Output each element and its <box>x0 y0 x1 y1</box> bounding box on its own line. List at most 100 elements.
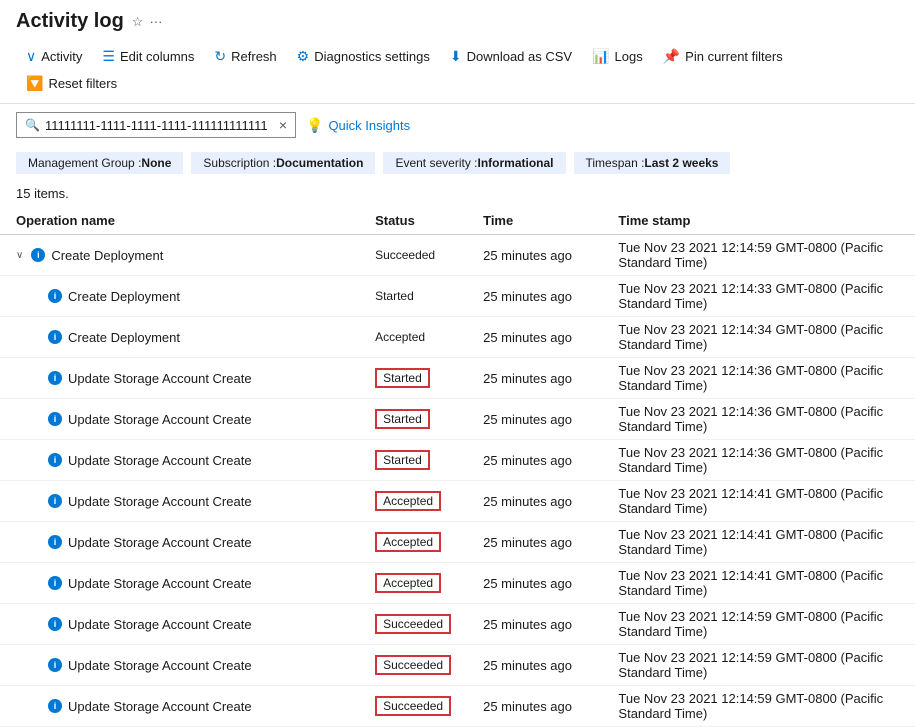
status-badge: Accepted <box>375 532 451 552</box>
search-input-wrap[interactable]: 🔍 × <box>16 112 296 138</box>
filter-mg-label: Management Group : <box>28 156 141 170</box>
info-icon: i <box>48 371 62 385</box>
status-badge: Started <box>375 368 451 388</box>
table-row[interactable]: iUpdate Storage Account CreateSucceeded2… <box>0 604 915 645</box>
toolbar: ∨ Activity ☰ Edit columns ↻ Refresh ⚙ Di… <box>0 39 915 104</box>
timestamp: Tue Nov 23 2021 12:14:59 GMT-0800 (Pacif… <box>602 645 915 686</box>
pin-filters-label: Pin current filters <box>685 49 783 64</box>
favorite-icon[interactable]: ☆ <box>132 14 144 30</box>
logs-button[interactable]: 📊 Logs <box>582 43 653 70</box>
col-header-time: Time <box>467 207 602 235</box>
table-row[interactable]: iUpdate Storage Account CreateAccepted25… <box>0 563 915 604</box>
operation-name: Update Storage Account Create <box>68 699 252 714</box>
col-header-operation: Operation name <box>0 207 359 235</box>
filters-bar: Management Group : None Subscription : D… <box>0 146 915 182</box>
quick-insights-label: Quick Insights <box>328 118 410 133</box>
timestamp: Tue Nov 23 2021 12:14:59 GMT-0800 (Pacif… <box>602 235 915 276</box>
gear-icon: ⚙ <box>297 48 310 65</box>
time-relative: 25 minutes ago <box>467 522 602 563</box>
table-row[interactable]: i Update Storage Account Create Accepted 25… <box>0 522 915 563</box>
logs-icon: 📊 <box>592 48 609 65</box>
info-icon: i <box>31 248 45 262</box>
filter-timespan[interactable]: Timespan : Last 2 weeks <box>574 152 731 174</box>
col-header-timestamp: Time stamp <box>602 207 915 235</box>
pin-icon: 📌 <box>663 48 680 65</box>
timestamp: Tue Nov 23 2021 12:14:34 GMT-0800 (Pacif… <box>602 317 915 358</box>
timestamp: Tue Nov 23 2021 12:14:36 GMT-0800 (Pacif… <box>602 399 915 440</box>
edit-columns-button[interactable]: ☰ Edit columns <box>92 43 204 70</box>
info-icon: i <box>48 453 62 467</box>
expand-icon[interactable]: ∨ <box>16 250 23 261</box>
operation-name: Update Storage Account Create <box>68 371 252 386</box>
activity-table: Operation name Status Time Time stamp ∨ i… <box>0 207 915 727</box>
timestamp: Tue Nov 23 2021 12:14:36 GMT-0800 (Pacif… <box>602 440 915 481</box>
table-row[interactable]: iUpdate Storage Account CreateSucceeded2… <box>0 686 915 727</box>
title-bar: Activity log ☆ ··· <box>0 0 915 39</box>
time-relative: 25 minutes ago <box>467 563 602 604</box>
timestamp: Tue Nov 23 2021 12:14:59 GMT-0800 (Pacif… <box>602 686 915 727</box>
info-icon: i <box>48 494 62 508</box>
status-badge: Succeeded <box>375 248 451 262</box>
table-row[interactable]: iUpdate Storage Account CreateStarted25 … <box>0 399 915 440</box>
time-relative: 25 minutes ago <box>467 604 602 645</box>
edit-columns-label: Edit columns <box>120 49 194 64</box>
table-row[interactable]: ∨ i Create Deployment Succeeded 25 minutes a… <box>0 235 915 276</box>
info-icon: i <box>48 330 62 344</box>
status-badge: Accepted <box>375 491 451 511</box>
table-body: ∨ i Create Deployment Succeeded 25 minutes a… <box>0 235 915 727</box>
operation-name: Update Storage Account Create <box>68 453 252 468</box>
search-icon: 🔍 <box>25 118 40 132</box>
pin-filters-button[interactable]: 📌 Pin current filters <box>653 43 793 70</box>
more-icon[interactable]: ··· <box>149 14 162 30</box>
refresh-button[interactable]: ↻ Refresh <box>204 43 286 70</box>
filter-management-group[interactable]: Management Group : None <box>16 152 183 174</box>
operation-name: Create Deployment <box>68 289 180 304</box>
title-icons[interactable]: ☆ ··· <box>132 14 163 30</box>
table-header: Operation name Status Time Time stamp <box>0 207 915 235</box>
operation-name: Update Storage Account Create <box>68 658 252 673</box>
refresh-label: Refresh <box>231 49 277 64</box>
search-input[interactable] <box>45 118 279 133</box>
reset-filters-button[interactable]: 🔽 Reset filters <box>16 70 127 97</box>
table-row[interactable]: iUpdate Storage Account CreateStarted25 … <box>0 440 915 481</box>
info-icon: i <box>48 576 62 590</box>
table-container: Operation name Status Time Time stamp ∨ i… <box>0 207 915 727</box>
operation-name: Create Deployment <box>68 330 180 345</box>
quick-insights-button[interactable]: 💡 Quick Insights <box>306 117 410 134</box>
filter-sev-value: Informational <box>477 156 553 170</box>
activity-label: Activity <box>41 49 82 64</box>
table-row[interactable]: iUpdate Storage Account CreateAccepted25… <box>0 481 915 522</box>
time-relative: 25 minutes ago <box>467 358 602 399</box>
info-icon: i <box>48 289 62 303</box>
diagnostics-label: Diagnostics settings <box>314 49 430 64</box>
timestamp: Tue Nov 23 2021 12:14:41 GMT-0800 (Pacif… <box>602 481 915 522</box>
filter-event-severity[interactable]: Event severity : Informational <box>383 152 565 174</box>
status-badge: Started <box>375 409 451 429</box>
items-count: 15 items. <box>0 182 915 207</box>
time-relative: 25 minutes ago <box>467 317 602 358</box>
timestamp: Tue Nov 23 2021 12:14:41 GMT-0800 (Pacif… <box>602 522 915 563</box>
info-icon: i <box>48 412 62 426</box>
diagnostics-button[interactable]: ⚙ Diagnostics settings <box>287 43 440 70</box>
time-relative: 25 minutes ago <box>467 235 602 276</box>
operation-name: Create Deployment <box>51 248 163 263</box>
status-badge: Succeeded <box>375 655 451 675</box>
filter-subscription[interactable]: Subscription : Documentation <box>191 152 375 174</box>
status-badge: Started <box>375 289 451 303</box>
table-row[interactable]: i Update Storage Account Create Started 25 … <box>0 358 915 399</box>
filter-ts-value: Last 2 weeks <box>644 156 718 170</box>
timestamp: Tue Nov 23 2021 12:14:41 GMT-0800 (Pacif… <box>602 563 915 604</box>
activity-button[interactable]: ∨ Activity <box>16 43 92 70</box>
info-icon: i <box>48 535 62 549</box>
operation-name: Update Storage Account Create <box>68 535 252 550</box>
download-csv-button[interactable]: ⬇ Download as CSV <box>440 43 582 70</box>
table-row[interactable]: iUpdate Storage Account CreateSucceeded2… <box>0 645 915 686</box>
table-row[interactable]: iCreate DeploymentAccepted25 minutes ago… <box>0 317 915 358</box>
info-icon: i <box>48 658 62 672</box>
filter-mg-value: None <box>141 156 171 170</box>
filter-sub-label: Subscription : <box>203 156 276 170</box>
table-row[interactable]: iCreate DeploymentStarted25 minutes agoT… <box>0 276 915 317</box>
timestamp: Tue Nov 23 2021 12:14:59 GMT-0800 (Pacif… <box>602 604 915 645</box>
operation-name: Update Storage Account Create <box>68 412 252 427</box>
clear-search-button[interactable]: × <box>279 117 287 133</box>
